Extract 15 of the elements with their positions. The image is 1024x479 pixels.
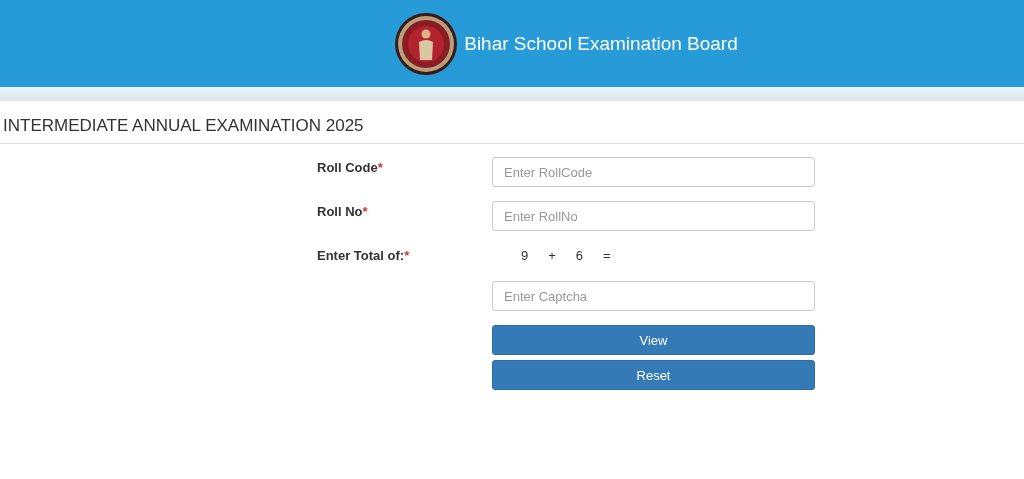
field-label: Enter Total of:* (317, 248, 410, 263)
captcha-term: 9 (521, 248, 529, 263)
field-label: Roll No* (317, 204, 368, 219)
seal-logo (394, 11, 459, 76)
input-field[interactable]: Enter RollNo (492, 201, 815, 231)
field-label: Roll Code* (317, 160, 383, 175)
captcha-term: + (548, 248, 556, 263)
page-title: INTERMEDIATE ANNUAL EXAMINATION 2025 (0, 101, 1024, 144)
form-button[interactable]: Reset (492, 360, 815, 390)
form-button[interactable]: View (492, 325, 815, 355)
captcha-term: = (603, 248, 611, 263)
input-field[interactable]: Enter RollCode (492, 157, 815, 187)
captcha-field[interactable]: Enter Captcha (492, 281, 815, 311)
captcha-term: 6 (575, 248, 584, 263)
site-title: Bihar School Examination Board (464, 32, 738, 55)
